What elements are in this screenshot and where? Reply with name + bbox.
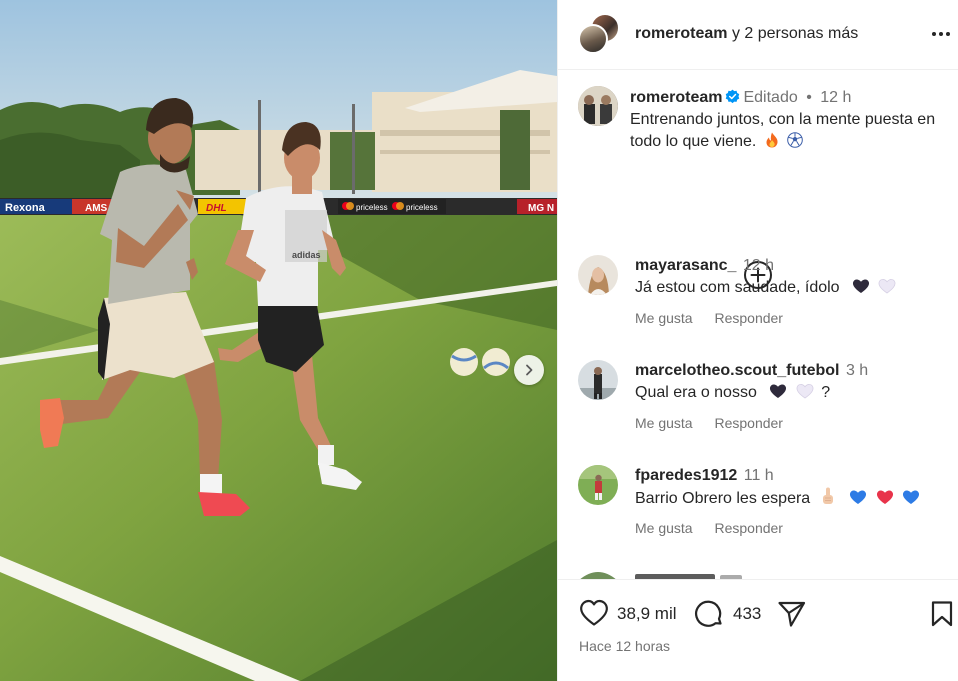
comment-username[interactable]: fparedes1912 [635, 467, 737, 484]
comment-item: fparedes1912 11 h Barrio Obrero les espe… [558, 465, 958, 565]
comment-username[interactable]: marcelotheo.scout_futebol [635, 362, 839, 379]
comment-like-button[interactable]: Me gusta [635, 415, 693, 431]
ad-board-priceless-1: priceless [356, 203, 388, 212]
post-header: romeroteam y 2 personas más [558, 0, 958, 70]
caption-text: Entrenando juntos, con la mente puesta e… [630, 111, 936, 150]
comment-text: Já estou com saudade, ídolo [635, 279, 840, 296]
caption-avatar-image [578, 86, 618, 126]
more-horizontal-icon[interactable] [930, 24, 952, 44]
next-photo-button[interactable] [514, 355, 544, 385]
likes-count[interactable]: 38,9 mil [617, 604, 677, 624]
comment-text: Barrio Obrero les espera [635, 490, 811, 507]
comment-text-row: Qual era o nosso ? [635, 382, 830, 404]
post-authors: romeroteam y 2 personas más [635, 24, 858, 44]
comment-text-row: Já estou com saudade, ídolo [635, 277, 896, 299]
comment-header: mayarasanc_ 12 h [635, 255, 774, 277]
comment-reply-button[interactable]: Responder [714, 520, 783, 536]
comment-like-button[interactable]: Me gusta [635, 310, 693, 326]
comment-time[interactable]: 3 h [846, 362, 868, 379]
commenter-avatar-image [578, 255, 618, 295]
edited-label: Editado [743, 89, 798, 106]
shirt-brand-text: adidas [292, 250, 321, 260]
red-heart-emoji [876, 490, 893, 504]
comment-reply-button[interactable]: Responder [714, 415, 783, 431]
chevron-right-icon [526, 364, 533, 376]
verified-badge-icon [726, 89, 740, 104]
comment-actions: Me gusta Responder [635, 310, 801, 326]
comment-like-button[interactable]: Me gusta [635, 520, 693, 536]
commenter-avatar-image [578, 360, 618, 400]
heart-outline-icon[interactable] [579, 599, 609, 627]
ad-board-priceless-2: priceless [406, 203, 438, 212]
post-action-bar: 38,9 mil 433 Hace 12 horas [558, 579, 958, 681]
commenter-avatar-image [578, 465, 618, 505]
comment-item: marcelotheo.scout_futebol 3 h Qual era o… [558, 360, 958, 460]
blue-heart-emoji [902, 490, 920, 504]
caption-time[interactable]: 12 h [820, 89, 851, 106]
blue-heart-emoji [850, 490, 867, 504]
author-username[interactable]: romeroteam [635, 25, 727, 42]
ad-board-mg: MG N [528, 203, 554, 214]
post-photo[interactable]: Rexona AMS DHL priceless priceless MG N [0, 0, 557, 681]
ad-board-dhl: DHL [206, 203, 227, 214]
comment-reply-button[interactable]: Responder [714, 310, 783, 326]
avatar[interactable] [578, 255, 618, 295]
comment-time[interactable]: 12 h [743, 257, 774, 274]
comment-text-row: Barrio Obrero les espera [635, 487, 920, 510]
caption-body: romeroteam Editado • 12 h Entrenando jun… [630, 87, 945, 153]
avatar[interactable] [578, 86, 618, 126]
avatar[interactable] [578, 24, 608, 54]
comments-count[interactable]: 433 [733, 604, 761, 624]
comment-time[interactable]: 11 h [744, 467, 774, 484]
avatar[interactable] [578, 465, 618, 505]
comment-text: Qual era o nosso [635, 384, 757, 401]
share-paper-plane-icon[interactable] [777, 600, 807, 628]
collab-avatars[interactable] [578, 13, 622, 55]
comment-username[interactable]: mayarasanc_ [635, 257, 736, 274]
author-suffix[interactable]: y 2 personas más [732, 25, 858, 42]
post-sidebar: romeroteam y 2 personas más romeroteam E… [557, 0, 958, 681]
comment-item: mayarasanc_ 12 h Já estou com saudade, í… [558, 255, 958, 355]
soccer-ball-emoji [787, 132, 804, 148]
caption-text-row: Entrenando juntos, con la mente puesta e… [630, 109, 945, 153]
white-heart-emoji [796, 384, 814, 399]
caption-username[interactable]: romeroteam [630, 89, 722, 106]
black-heart-emoji [853, 279, 870, 293]
comment-bubble-icon[interactable] [694, 599, 724, 629]
white-heart-emoji [879, 279, 896, 294]
raised-index-finger-emoji [822, 487, 833, 504]
comment-header: marcelotheo.scout_futebol 3 h [635, 360, 868, 382]
separator-dot: • [806, 89, 812, 106]
ad-board-ams: AMS [85, 203, 108, 214]
ad-board-rexona: Rexona [5, 202, 46, 214]
comment-header: fparedes1912 11 h [635, 465, 774, 487]
comment-actions: Me gusta Responder [635, 415, 801, 431]
bookmark-icon[interactable] [930, 600, 954, 628]
post-timestamp[interactable]: Hace 12 horas [579, 638, 670, 654]
training-photo: Rexona AMS DHL priceless priceless MG N [0, 0, 557, 681]
comment-text-suffix: ? [821, 384, 831, 401]
comment-actions: Me gusta Responder [635, 520, 801, 536]
fire-emoji [766, 132, 778, 148]
black-heart-emoji [770, 384, 787, 398]
avatar[interactable] [578, 360, 618, 400]
